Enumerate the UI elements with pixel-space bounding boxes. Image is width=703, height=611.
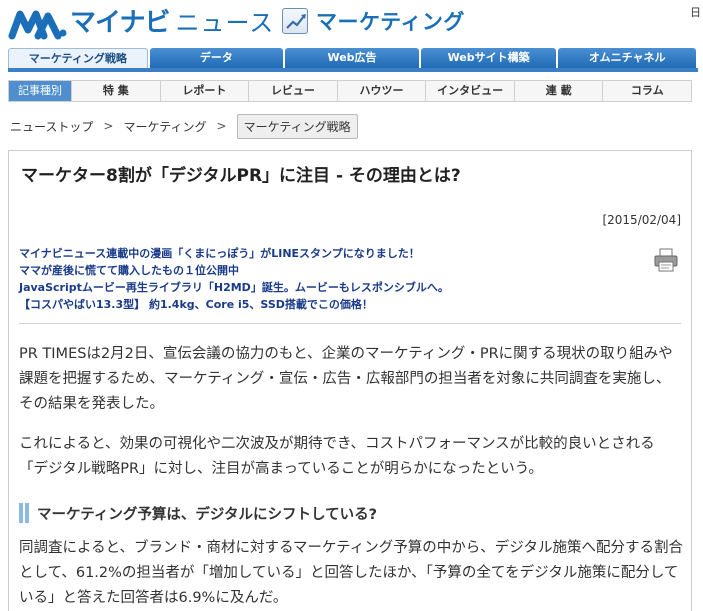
news-link[interactable]: JavaScriptムービー再生ライブラリ「H2MD」誕生。ムービーもレスポンシ… (19, 279, 449, 296)
divider (19, 323, 681, 324)
news-link[interactable]: ママが産後に慌てて購入したもの１位公開中 (19, 262, 449, 279)
logo-text: マイナビ (70, 8, 170, 38)
tab-marketing-strategy[interactable]: マーケティング戦略 (8, 48, 148, 68)
section-title: マーケティング (316, 10, 465, 34)
tab-omnichannel[interactable]: オムニチャネル (558, 48, 696, 68)
nav-review[interactable]: レビュー (248, 81, 337, 101)
nav-feature[interactable]: 特 集 (71, 81, 160, 101)
nav-report[interactable]: レポート (159, 81, 249, 101)
tab-data[interactable]: データ (149, 48, 284, 68)
breadcrumb-section[interactable]: マーケティング (123, 118, 206, 135)
heading-bar (19, 503, 23, 523)
site-logo[interactable]: マイナビ ニュース (8, 4, 274, 40)
breadcrumb-home[interactable]: ニューストップ (10, 118, 93, 135)
nav-series[interactable]: 連 載 (513, 81, 603, 101)
article-date: [2015/02/04] (602, 213, 681, 227)
article-title: マーケター8割が「デジタルPR」に注目 - その理由とは? (21, 166, 461, 186)
breadcrumb-current[interactable]: マーケティング戦略 (236, 113, 358, 139)
article-paragraph: これによると、効果の可視化や二次波及が期待でき、コストパフォーマンスが比較的良い… (19, 436, 655, 477)
article-type-nav: 記事種別 特 集 レポート レビュー ハウツー インタビュー 連 載 コラム (8, 80, 692, 102)
nav-column[interactable]: コラム (602, 81, 691, 101)
site-header: マイナビ ニュース マーケティング 日 (0, 0, 703, 44)
logo-news-text: ニュース (175, 9, 275, 37)
news-link[interactable]: マイナビニュース連載中の漫画「くまにっぽう」がLINEスタンプになりました！ (19, 245, 449, 262)
chart-icon (282, 8, 308, 34)
article-paragraph: PR TIMESは2月2日、宣伝会議の協力のもと、企業のマーケティング・PRに関… (19, 346, 673, 412)
heading-bar (25, 503, 29, 523)
article-subheading: マーケティング予算は、デジタルにシフトしている? (19, 501, 683, 525)
news-links: マイナビニュース連載中の漫画「くまにっぽう」がLINEスタンプになりました！ マ… (19, 245, 449, 313)
mynavi-logo-icon (8, 6, 68, 40)
article-paragraph: 同調査によると、ブランド・商材に対するマーケティング予算の中から、デジタル施策へ… (19, 540, 683, 606)
main-tabs: マーケティング戦略 データ Web広告 Webサイト構築 オムニチャネル (8, 48, 698, 72)
print-icon[interactable] (653, 247, 679, 273)
breadcrumb-separator: > (103, 119, 114, 133)
tab-web-ads[interactable]: Web広告 (285, 48, 419, 68)
tab-website-building[interactable]: Webサイト構築 (420, 48, 557, 68)
article: マーケター8割が「デジタルPR」に注目 - その理由とは? [2015/02/0… (8, 150, 692, 611)
article-type-label: 記事種別 (9, 81, 71, 101)
news-link[interactable]: 【コスパやばい13.3型】 約1.4kg、Core i5、SSD搭載でこの価格！ (19, 296, 449, 313)
nav-howto[interactable]: ハウツー (336, 81, 426, 101)
breadcrumb-separator: > (216, 119, 227, 133)
section-logo[interactable]: マーケティング (282, 6, 465, 36)
nav-interview[interactable]: インタビュー (425, 81, 514, 101)
subheading-text: マーケティング予算は、デジタルにシフトしている? (37, 506, 378, 523)
breadcrumb: ニューストップ > マーケティング > マーケティング戦略 (10, 113, 358, 139)
header-date-label: 日 (690, 6, 701, 19)
